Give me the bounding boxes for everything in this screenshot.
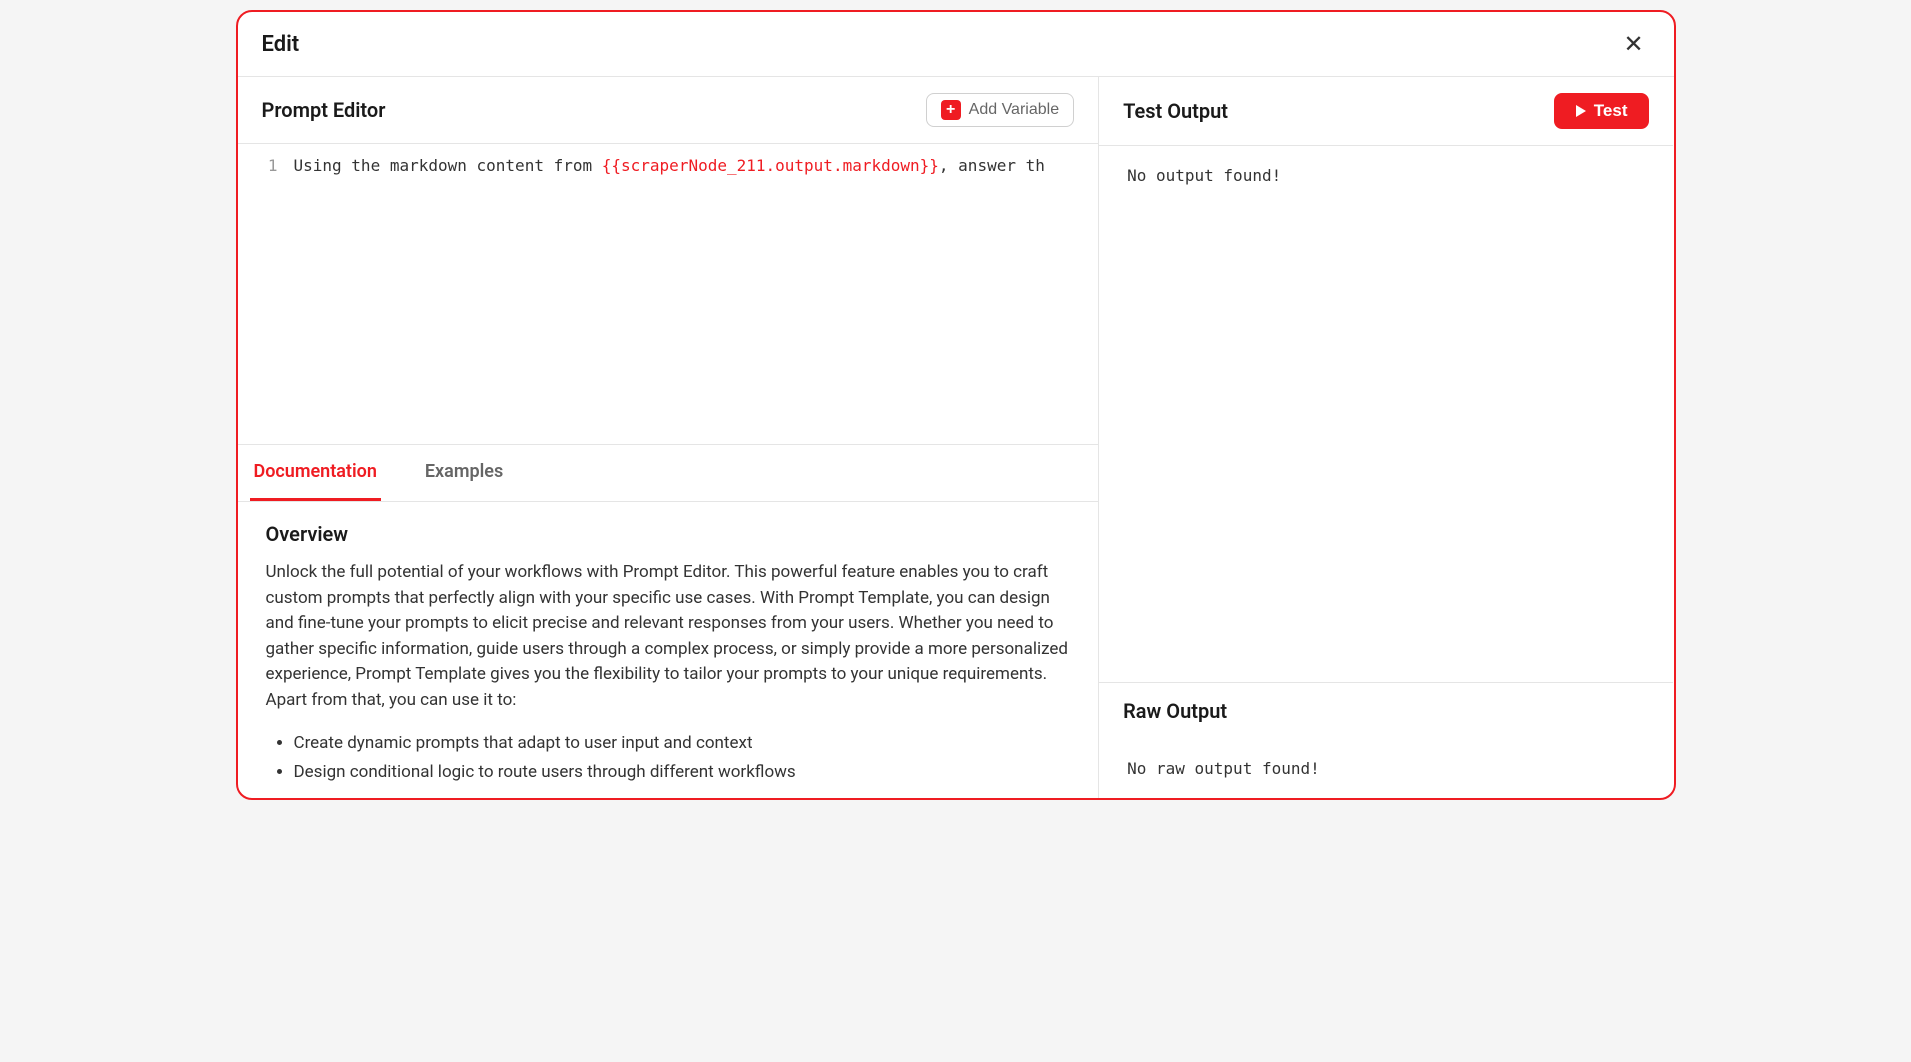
code-variable: {{scraperNode_211.output.markdown}}: [602, 156, 939, 175]
editor-title: Prompt Editor: [262, 98, 386, 122]
code-prefix: Using the markdown content from: [294, 156, 602, 175]
test-output-title: Test Output: [1123, 99, 1228, 123]
test-output-content: No output found!: [1099, 146, 1673, 682]
play-icon: [1576, 105, 1586, 117]
editor-header: Prompt Editor + Add Variable: [238, 77, 1099, 144]
list-item: Design conditional logic to route users …: [294, 758, 1071, 787]
close-button[interactable]: ✕: [1618, 28, 1650, 60]
test-button-label: Test: [1594, 101, 1628, 121]
add-variable-label: Add Variable: [969, 101, 1059, 119]
test-button[interactable]: Test: [1554, 93, 1650, 129]
edit-modal: Edit ✕ Prompt Editor + Add Variable 1 Us…: [236, 10, 1676, 800]
add-variable-button[interactable]: + Add Variable: [926, 93, 1074, 127]
left-panel: Prompt Editor + Add Variable 1 Using the…: [238, 77, 1100, 798]
documentation-list: Create dynamic prompts that adapt to use…: [266, 729, 1071, 787]
code-line: 1 Using the markdown content from {{scra…: [238, 156, 1099, 175]
line-number: 1: [254, 156, 294, 175]
test-output-header: Test Output Test: [1099, 77, 1673, 146]
code-suffix: , answer th: [939, 156, 1045, 175]
modal-body: Prompt Editor + Add Variable 1 Using the…: [238, 77, 1674, 798]
documentation-paragraph: Unlock the full potential of your workfl…: [266, 560, 1071, 713]
list-item: Create dynamic prompts that adapt to use…: [294, 729, 1071, 758]
close-icon: ✕: [1623, 30, 1643, 59]
raw-output-content: No raw output found!: [1099, 739, 1673, 798]
plus-icon: +: [941, 100, 961, 120]
documentation-content[interactable]: Overview Unlock the full potential of yo…: [238, 502, 1099, 798]
tabs: Documentation Examples: [238, 444, 1099, 502]
tab-documentation[interactable]: Documentation: [250, 445, 381, 501]
right-panel: Test Output Test No output found! Raw Ou…: [1099, 77, 1673, 798]
raw-output-section: Raw Output No raw output found!: [1099, 682, 1673, 798]
modal-header: Edit ✕: [238, 12, 1674, 77]
raw-output-title: Raw Output: [1099, 683, 1673, 739]
code-content: Using the markdown content from {{scrape…: [294, 156, 1045, 175]
documentation-heading: Overview: [266, 522, 1071, 546]
tab-examples[interactable]: Examples: [421, 445, 507, 501]
code-editor[interactable]: 1 Using the markdown content from {{scra…: [238, 144, 1099, 444]
modal-title: Edit: [262, 32, 300, 57]
